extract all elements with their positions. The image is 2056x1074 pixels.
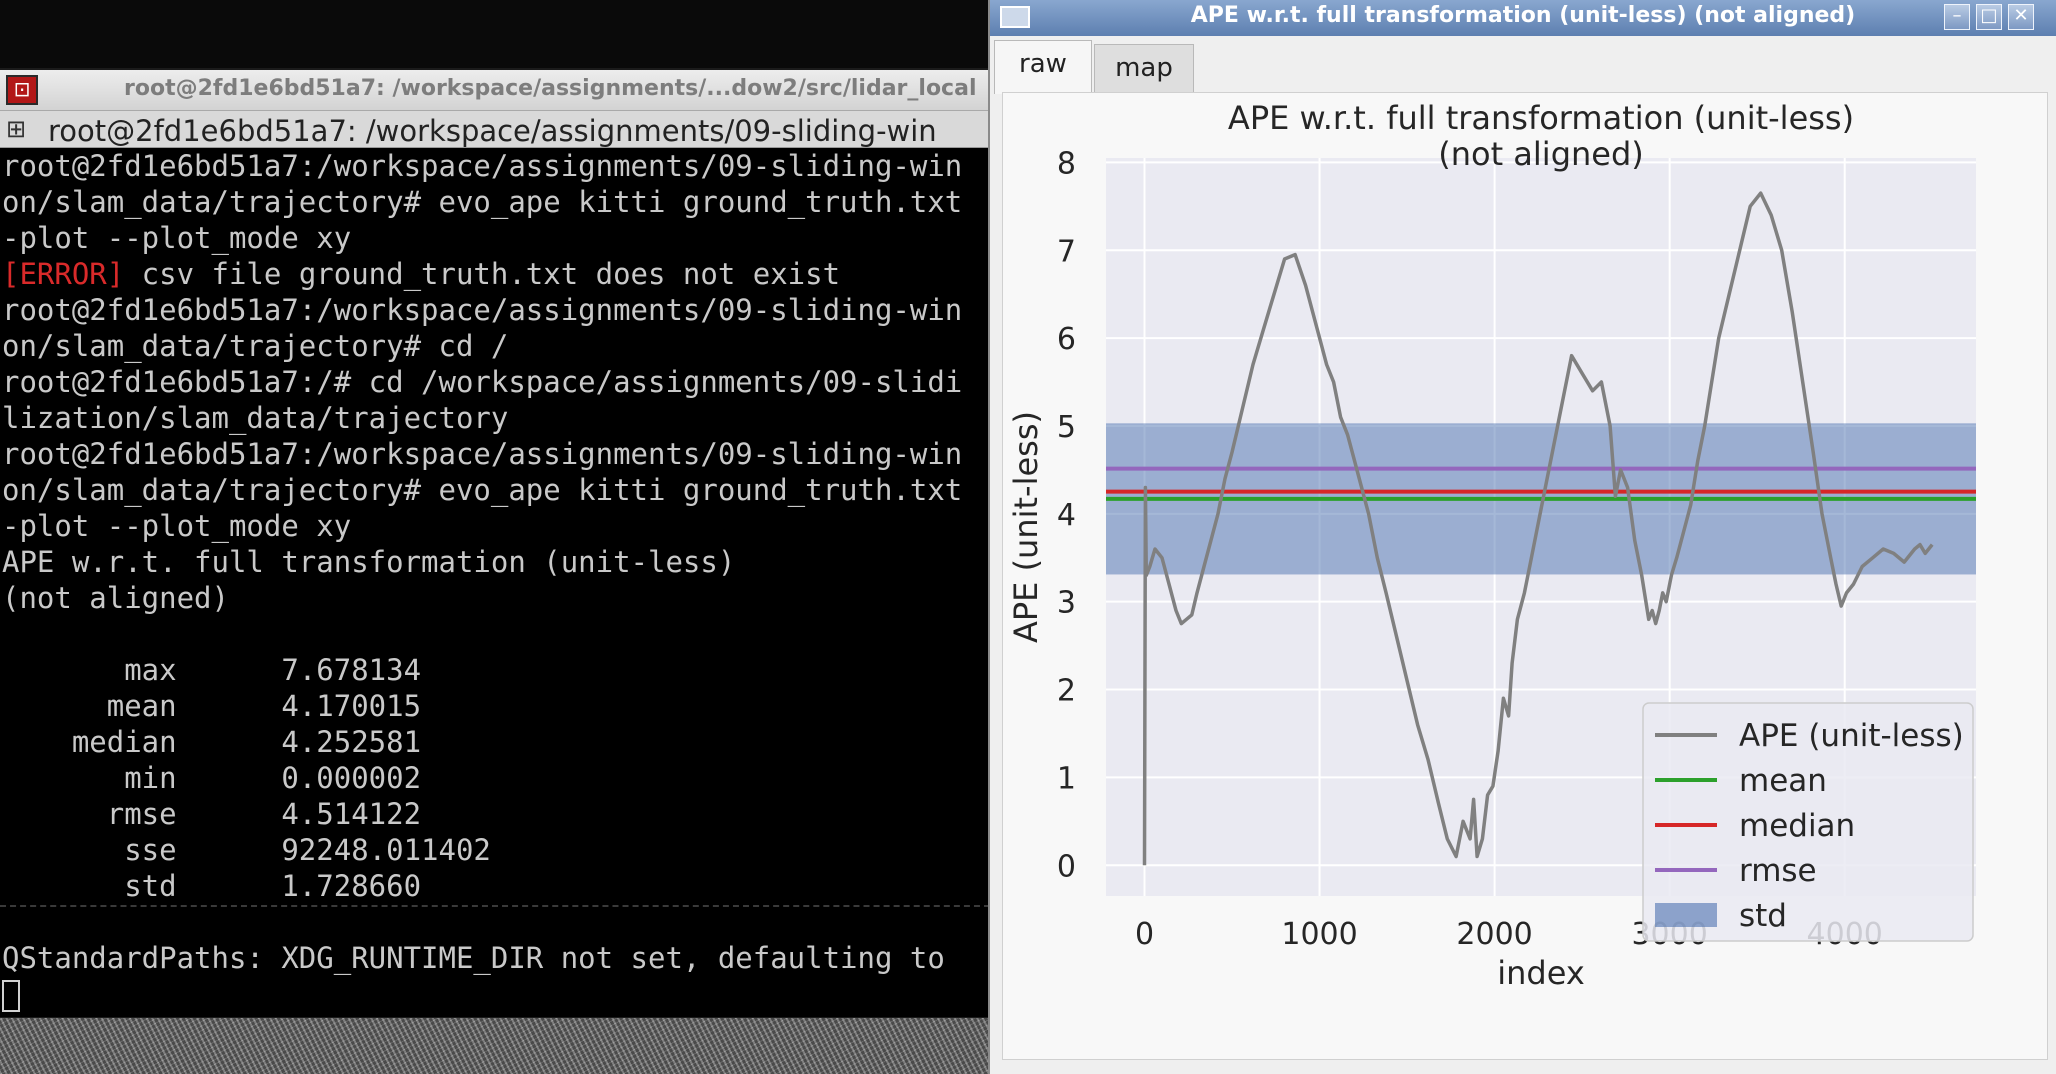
terminal-line: mean 4.170015 [2, 688, 962, 724]
y-tick-label: 6 [1057, 322, 1076, 357]
terminal-app-icon[interactable]: ⊡ [6, 75, 38, 105]
x-tick-label: 0 [1135, 917, 1154, 952]
y-tick-label: 5 [1057, 410, 1076, 445]
tab-map[interactable]: map [1094, 44, 1194, 92]
legend-label: mean [1739, 763, 1827, 799]
terminal-separator [0, 905, 990, 907]
terminal-line: APE w.r.t. full transformation (unit-les… [2, 544, 962, 580]
y-tick-label: 4 [1057, 498, 1076, 533]
desktop-background-top [0, 0, 990, 68]
terminal-line-text: -plot --plot_mode xy [2, 509, 352, 543]
terminal-line: root@2fd1e6bd51a7:/workspace/assignments… [2, 292, 962, 328]
terminal-line-text: APE w.r.t. full transformation (unit-les… [2, 545, 736, 579]
y-tick-label: 0 [1057, 849, 1076, 884]
x-axis-label: index [1497, 954, 1585, 992]
terminal-line-text: rmse 4.514122 [2, 797, 422, 831]
terminal-line-text: on/slam_data/trajectory# cd / [2, 329, 509, 363]
terminal-titlebar[interactable]: ⊡ root@2fd1e6bd51a7: /workspace/assignme… [0, 70, 990, 111]
legend-std-swatch [1655, 903, 1717, 927]
x-tick-label: 1000 [1281, 917, 1357, 952]
y-tick-label: 1 [1057, 761, 1076, 796]
y-tick-label: 7 [1057, 234, 1076, 269]
terminal-line: rmse 4.514122 [2, 796, 962, 832]
terminal-line: min 0.000002 [2, 760, 962, 796]
terminal-line-text: csv file ground_truth.txt does not exist [124, 257, 841, 291]
terminal-line-text: (not aligned) [2, 581, 229, 615]
terminal-cursor [2, 980, 20, 1012]
legend-label: std [1739, 898, 1787, 934]
terminal-tab-title[interactable]: root@2fd1e6bd51a7: /workspace/assignment… [48, 114, 937, 148]
terminal-tab-bar[interactable]: ⊞ root@2fd1e6bd51a7: /workspace/assignme… [0, 111, 990, 148]
terminal-line: root@2fd1e6bd51a7:/workspace/assignments… [2, 148, 962, 184]
terminal-line-text: root@2fd1e6bd51a7:/# cd /workspace/assig… [2, 365, 963, 399]
ape-chart: 01000200030004000012345678APE w.r.t. ful… [1007, 99, 1976, 992]
terminal-tab-icon: ⊞ [6, 115, 27, 143]
terminal-line: root@2fd1e6bd51a7:/workspace/assignments… [2, 436, 962, 472]
terminal-line: std 1.728660 [2, 868, 962, 904]
terminal-line: [ERROR] csv file ground_truth.txt does n… [2, 256, 962, 292]
terminal-line: (not aligned) [2, 580, 962, 616]
plot-window-title: APE w.r.t. full transformation (unit-les… [1190, 3, 1856, 28]
y-tick-label: 8 [1057, 146, 1076, 181]
chart-title: APE w.r.t. full transformation (unit-les… [1228, 99, 1854, 137]
terminal-line: on/slam_data/trajectory# evo_ape kitti g… [2, 472, 962, 508]
terminal-line-text: lization/slam_data/trajectory [2, 401, 509, 435]
y-tick-label: 3 [1057, 586, 1076, 621]
terminal-line-text: max 7.678134 [2, 653, 422, 687]
terminal-line-text: on/slam_data/trajectory# evo_ape kitti g… [2, 185, 963, 219]
terminal-line-text: -plot --plot_mode xy [2, 221, 352, 255]
legend-label: APE (unit-less) [1739, 718, 1964, 754]
terminal-line-text: root@2fd1e6bd51a7:/workspace/assignments… [2, 149, 963, 183]
terminal-line: QStandardPaths: XDG_RUNTIME_DIR not set,… [2, 940, 962, 976]
terminal-line: -plot --plot_mode xy [2, 220, 962, 256]
plot-canvas-area: 01000200030004000012345678APE w.r.t. ful… [1002, 92, 2048, 1060]
terminal-line: median 4.252581 [2, 724, 962, 760]
legend-label: median [1739, 808, 1855, 844]
terminal-line: on/slam_data/trajectory# cd / [2, 328, 962, 364]
plot-window[interactable]: APE w.r.t. full transformation (unit-les… [988, 0, 2056, 1074]
terminal-line-text: std 1.728660 [2, 869, 422, 903]
error-tag: [ERROR] [2, 257, 125, 291]
terminal-line: max 7.678134 [2, 652, 962, 688]
terminal-output[interactable]: root@2fd1e6bd51a7:/workspace/assignments… [0, 148, 990, 1017]
chart-subtitle: (not aligned) [1438, 135, 1644, 173]
terminal-line-text: sse 92248.011402 [2, 833, 491, 867]
terminal-line-text: on/slam_data/trajectory# evo_ape kitti g… [2, 473, 963, 507]
terminal-line-text: root@2fd1e6bd51a7:/workspace/assignments… [2, 437, 963, 471]
terminal-line-text: QStandardPaths: XDG_RUNTIME_DIR not set,… [2, 941, 945, 975]
x-tick-label: 2000 [1456, 917, 1532, 952]
terminal-line-text: root@2fd1e6bd51a7:/workspace/assignments… [2, 293, 963, 327]
minimize-icon[interactable]: – [1944, 4, 1970, 30]
desktop-background-bottom [0, 1018, 990, 1074]
y-tick-label: 2 [1057, 674, 1076, 709]
terminal-lines: root@2fd1e6bd51a7:/workspace/assignments… [2, 148, 962, 976]
maximize-icon[interactable]: □ [1976, 4, 2002, 30]
terminal-line-text: median 4.252581 [2, 725, 422, 759]
terminal-line-text: mean 4.170015 [2, 689, 422, 723]
terminal-line: -plot --plot_mode xy [2, 508, 962, 544]
plot-tabs: raw map [994, 40, 2054, 94]
plot-window-titlebar[interactable]: APE w.r.t. full transformation (unit-les… [990, 0, 2056, 36]
tab-raw[interactable]: raw [994, 40, 1092, 94]
terminal-line: sse 92248.011402 [2, 832, 962, 868]
terminal-line: root@2fd1e6bd51a7:/# cd /workspace/assig… [2, 364, 962, 400]
legend-label: rmse [1739, 853, 1817, 889]
terminal-line-text: min 0.000002 [2, 761, 422, 795]
terminal-line: on/slam_data/trajectory# evo_ape kitti g… [2, 184, 962, 220]
terminal-line: lization/slam_data/trajectory [2, 400, 962, 436]
y-axis-label: APE (unit-less) [1007, 411, 1045, 643]
terminal-window-title: root@2fd1e6bd51a7: /workspace/assignment… [124, 76, 977, 101]
close-icon[interactable]: ✕ [2008, 4, 2034, 30]
